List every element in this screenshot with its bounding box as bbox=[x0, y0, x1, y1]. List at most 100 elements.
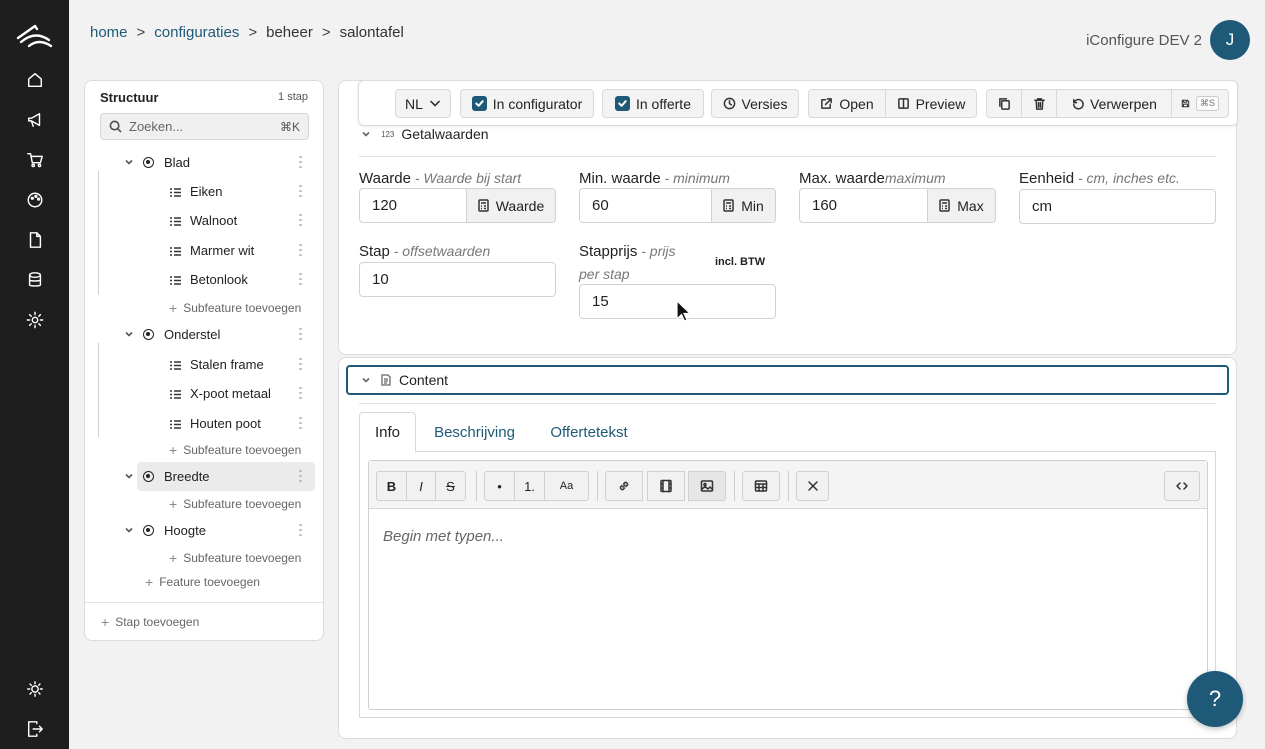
option-marmer-wit[interactable]: Marmer wit bbox=[169, 238, 254, 262]
table-button[interactable] bbox=[742, 471, 780, 501]
bullet-list-button[interactable]: • bbox=[484, 471, 515, 501]
mouse-cursor-icon bbox=[676, 300, 692, 322]
settings-icon[interactable] bbox=[24, 309, 46, 331]
sun-icon[interactable] bbox=[24, 678, 46, 700]
drag-handle[interactable] bbox=[299, 524, 305, 536]
palette-icon[interactable] bbox=[24, 189, 46, 211]
drag-handle[interactable] bbox=[299, 156, 305, 168]
add-step-button[interactable]: + Stap toevoegen bbox=[101, 614, 199, 630]
add-subfeature-button[interactable]: + Subfeature toevoegen bbox=[169, 496, 301, 512]
delete-button[interactable] bbox=[1021, 89, 1057, 118]
option-label: X-poot metaal bbox=[190, 385, 271, 401]
tab-offertetekst[interactable]: Offertetekst bbox=[533, 412, 645, 452]
video-button[interactable] bbox=[647, 471, 685, 501]
option-betonlook[interactable]: Betonlook bbox=[169, 267, 248, 291]
document-icon[interactable] bbox=[24, 229, 46, 251]
breadcrumb-home[interactable]: home bbox=[90, 24, 128, 41]
content-section-title[interactable]: Content bbox=[361, 372, 448, 388]
tab-beschrijving[interactable]: Beschrijving bbox=[418, 412, 531, 452]
discard-button[interactable]: Verwerpen bbox=[1056, 89, 1172, 118]
waarde-addon-button[interactable]: Waarde bbox=[466, 188, 556, 223]
incl-btw-label: incl. BTW bbox=[715, 256, 766, 268]
add-label: Stap toevoegen bbox=[115, 615, 200, 629]
help-button[interactable]: ? bbox=[1187, 671, 1243, 727]
option-houten-poot[interactable]: Houten poot bbox=[169, 411, 261, 435]
stap-input[interactable]: 10 bbox=[359, 262, 556, 297]
add-subfeature-button[interactable]: + Subfeature toevoegen bbox=[169, 550, 301, 566]
italic-button[interactable]: I bbox=[406, 471, 436, 501]
chevron-down-icon[interactable] bbox=[124, 471, 134, 481]
in-configurator-toggle[interactable]: In configurator bbox=[460, 89, 594, 118]
font-size-button[interactable]: Aa bbox=[544, 471, 589, 501]
preview-button[interactable]: Preview bbox=[885, 89, 977, 118]
min-addon-button[interactable]: Min bbox=[711, 188, 776, 223]
eenheid-input[interactable]: cm bbox=[1019, 189, 1216, 224]
add-feature-button[interactable]: + Feature toevoegen bbox=[145, 574, 260, 590]
feature-breedte[interactable]: Breedte bbox=[124, 464, 210, 488]
strikethrough-button[interactable]: S bbox=[435, 471, 466, 501]
feature-toolbar: NL In configurator In offerte Versies Op… bbox=[358, 80, 1238, 126]
content-section-header[interactable] bbox=[346, 365, 1229, 395]
breadcrumb-configuraties[interactable]: configuraties bbox=[154, 24, 239, 41]
drag-handle[interactable] bbox=[299, 185, 305, 197]
language-select[interactable]: NL bbox=[395, 89, 451, 118]
bold-button[interactable]: B bbox=[376, 471, 407, 501]
megaphone-icon[interactable] bbox=[24, 109, 46, 131]
max-waarde-input[interactable]: 160 bbox=[799, 188, 928, 223]
chevron-down-icon[interactable] bbox=[124, 329, 134, 339]
add-label: Feature toevoegen bbox=[159, 575, 260, 589]
getalwaarden-section-header[interactable]: 123 Getalwaarden bbox=[361, 126, 489, 142]
cart-icon[interactable] bbox=[24, 149, 46, 171]
rich-text-editor[interactable]: B I S • 1. Aa Begin met typen... bbox=[368, 460, 1208, 710]
add-subfeature-button[interactable]: + Subfeature toevoegen bbox=[169, 442, 301, 458]
tab-info[interactable]: Info bbox=[359, 412, 416, 453]
add-subfeature-button[interactable]: + Subfeature toevoegen bbox=[169, 300, 301, 316]
image-icon bbox=[700, 480, 714, 492]
feature-label: Onderstel bbox=[164, 326, 221, 342]
save-button[interactable]: ⌘S bbox=[1171, 89, 1229, 118]
source-code-button[interactable] bbox=[1164, 471, 1200, 501]
max-addon-button[interactable]: Max bbox=[927, 188, 996, 223]
structure-search-input[interactable]: Zoeken... ⌘K bbox=[100, 113, 309, 140]
chevron-down-icon[interactable] bbox=[124, 157, 134, 167]
drag-handle[interactable] bbox=[299, 214, 305, 226]
option-list-icon bbox=[169, 388, 182, 399]
in-offerte-toggle[interactable]: In offerte bbox=[602, 89, 704, 118]
clear-format-button[interactable] bbox=[796, 471, 829, 501]
feature-hoogte[interactable]: Hoogte bbox=[124, 518, 206, 542]
database-icon[interactable] bbox=[24, 269, 46, 291]
feature-onderstel[interactable]: Onderstel bbox=[124, 322, 220, 346]
section-title: Content bbox=[399, 372, 449, 388]
ordered-list-button[interactable]: 1. bbox=[514, 471, 545, 501]
copy-button[interactable] bbox=[986, 89, 1022, 118]
waarde-input[interactable]: 120 bbox=[359, 188, 467, 223]
min-waarde-input[interactable]: 60 bbox=[579, 188, 712, 223]
breadcrumb: home > configuraties > beheer > salontaf… bbox=[90, 24, 404, 41]
drag-handle[interactable] bbox=[299, 387, 305, 399]
drag-handle[interactable] bbox=[299, 470, 305, 482]
addon-label: Max bbox=[957, 197, 984, 214]
avatar[interactable]: J bbox=[1210, 20, 1250, 60]
link-button[interactable] bbox=[605, 471, 643, 501]
open-button[interactable]: Open bbox=[808, 89, 886, 118]
max-waarde-label: Max. waardemaximum bbox=[799, 170, 946, 187]
option-walnoot[interactable]: Walnoot bbox=[169, 208, 237, 232]
feature-blad[interactable]: Blad bbox=[124, 150, 190, 174]
app-logo[interactable] bbox=[15, 20, 55, 50]
chevron-down-icon[interactable] bbox=[124, 525, 134, 535]
versions-button[interactable]: Versies bbox=[711, 89, 799, 118]
option-eiken[interactable]: Eiken bbox=[169, 179, 223, 203]
drag-handle[interactable] bbox=[299, 328, 305, 340]
section-title: Getalwaarden bbox=[401, 126, 489, 142]
drag-handle[interactable] bbox=[299, 417, 305, 429]
drag-handle[interactable] bbox=[299, 244, 305, 256]
home-icon[interactable] bbox=[24, 69, 46, 91]
section-divider bbox=[359, 403, 1216, 404]
logout-icon[interactable] bbox=[24, 718, 46, 740]
drag-handle[interactable] bbox=[299, 273, 305, 285]
option-x-poot-metaal[interactable]: X-poot metaal bbox=[169, 381, 271, 405]
option-stalen-frame[interactable]: Stalen frame bbox=[169, 352, 264, 376]
tree-guide-line bbox=[98, 171, 99, 295]
image-button[interactable] bbox=[688, 471, 726, 501]
drag-handle[interactable] bbox=[299, 358, 305, 370]
